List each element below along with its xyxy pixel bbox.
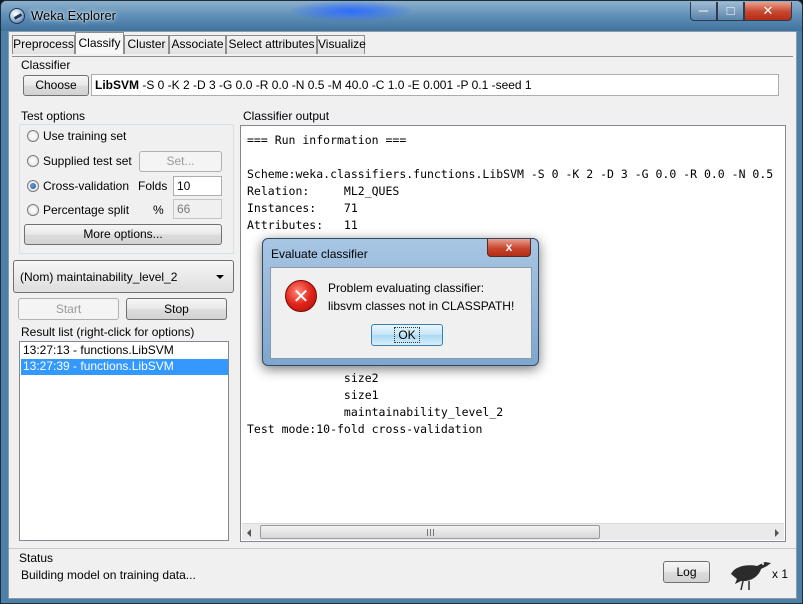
cross-validation-radio[interactable] xyxy=(27,180,39,192)
dialog-ok-button[interactable]: OK xyxy=(371,324,443,346)
thread-count: x 1 xyxy=(772,567,789,581)
weka-bird-icon xyxy=(731,562,771,591)
tab-preprocess[interactable]: Preprocess xyxy=(12,35,75,54)
folds-input[interactable]: 10 xyxy=(173,176,222,196)
output-line: size2 xyxy=(247,371,379,385)
tab-visualize[interactable]: Visualize xyxy=(317,35,366,54)
status-text: Building model on training data... xyxy=(21,568,196,582)
scroll-left-icon[interactable] xyxy=(247,529,251,537)
cross-validation-option[interactable]: Cross-validation xyxy=(27,178,137,194)
choose-button[interactable]: Choose xyxy=(23,75,89,96)
result-list-item[interactable]: 13:27:13 - functions.LibSVM xyxy=(21,343,228,359)
close-window-button[interactable]: ✕ xyxy=(744,2,792,21)
class-attribute-value: (Nom) maintainability_level_2 xyxy=(20,270,178,284)
dialog-message-line-2: libsvm classes not in CLASSPATH! xyxy=(328,299,515,313)
percent-input[interactable]: 66 xyxy=(173,199,222,219)
dialog-message-line-1: Problem evaluating classifier: xyxy=(328,281,485,295)
percentage-split-radio[interactable] xyxy=(27,204,39,216)
error-x-icon: ✕ xyxy=(285,280,317,312)
scroll-right-icon[interactable] xyxy=(775,529,779,537)
dialog-body: ✕ Problem evaluating classifier: libsvm … xyxy=(270,267,532,359)
status-separator xyxy=(9,548,796,549)
output-line: Test mode:10-fold cross-validation xyxy=(247,422,483,436)
result-list-item-selected[interactable]: 13:27:39 - functions.LibSVM xyxy=(21,359,228,375)
supplied-test-set-label: Supplied test set xyxy=(43,154,132,168)
output-line: Relation: ML2_QUES xyxy=(247,184,400,198)
supplied-test-set-radio[interactable] xyxy=(27,155,39,167)
supplied-test-set-option[interactable]: Supplied test set xyxy=(27,153,147,169)
grip-icon xyxy=(427,529,434,536)
classifier-config-field[interactable]: LibSVM -S 0 -K 2 -D 3 -G 0.0 -R 0.0 -N 0… xyxy=(91,74,779,96)
percent-sign: % xyxy=(153,203,164,217)
start-button[interactable]: Start xyxy=(18,298,119,320)
tab-cluster[interactable]: Cluster xyxy=(124,35,169,54)
output-line: === Run information === xyxy=(247,133,407,147)
output-line: Attributes: 11 xyxy=(247,218,358,232)
use-training-set-label: Use training set xyxy=(43,129,127,143)
scrollbar-thumb[interactable] xyxy=(260,525,600,539)
tab-select-attributes[interactable]: Select attributes xyxy=(226,35,317,54)
more-options-button[interactable]: More options... xyxy=(24,224,222,245)
evaluate-classifier-dialog: Evaluate classifier x ✕ Problem evaluati… xyxy=(262,238,539,366)
maximize-button[interactable]: □ xyxy=(717,2,744,21)
classifier-section-label: Classifier xyxy=(21,58,71,72)
title-glow xyxy=(291,1,411,21)
log-button[interactable]: Log xyxy=(663,561,710,583)
output-line: Instances: 71 xyxy=(247,201,358,215)
tab-associate[interactable]: Associate xyxy=(169,35,226,54)
minimize-button[interactable]: ─ xyxy=(690,2,717,21)
stop-button[interactable]: Stop xyxy=(126,298,227,320)
weka-app-icon xyxy=(9,8,25,24)
chevron-down-icon xyxy=(216,275,224,279)
output-line: size1 xyxy=(247,388,379,402)
classifier-options: -S 0 -K 2 -D 3 -G 0.0 -R 0.0 -N 0.5 -M 4… xyxy=(139,78,532,92)
tab-baseline xyxy=(12,56,793,57)
test-options-section-label: Test options xyxy=(21,109,86,123)
dialog-title: Evaluate classifier xyxy=(271,247,368,261)
output-horizontal-scrollbar[interactable] xyxy=(242,523,784,540)
output-line: maintainability_level_2 xyxy=(247,405,504,419)
cross-validation-label: Cross-validation xyxy=(43,179,130,193)
class-attribute-select[interactable]: (Nom) maintainability_level_2 xyxy=(13,260,234,293)
dialog-close-button[interactable]: x xyxy=(487,239,531,257)
title-bar[interactable]: Weka Explorer ─ □ ✕ xyxy=(1,1,802,31)
ok-label: OK xyxy=(394,327,420,343)
output-line: Scheme:weka.classifiers.functions.LibSVM… xyxy=(247,167,774,181)
status-section-label: Status xyxy=(19,551,54,565)
result-list[interactable]: 13:27:13 - functions.LibSVM 13:27:39 - f… xyxy=(19,341,229,541)
result-list-label: Result list (right-click for options) xyxy=(21,325,195,339)
set-test-set-button[interactable]: Set... xyxy=(139,151,222,172)
weka-explorer-window: Weka Explorer ─ □ ✕ Preprocess Classify … xyxy=(0,0,803,604)
use-training-set-radio[interactable] xyxy=(27,130,39,142)
classifier-name: LibSVM xyxy=(95,78,139,92)
percentage-split-label: Percentage split xyxy=(43,203,130,217)
tab-classify[interactable]: Classify xyxy=(75,32,124,54)
classifier-output-label: Classifier output xyxy=(243,109,330,123)
use-training-set-option[interactable]: Use training set xyxy=(27,128,147,144)
window-title: Weka Explorer xyxy=(31,8,117,23)
folds-label: Folds xyxy=(138,179,168,193)
percentage-split-option[interactable]: Percentage split xyxy=(27,202,137,218)
